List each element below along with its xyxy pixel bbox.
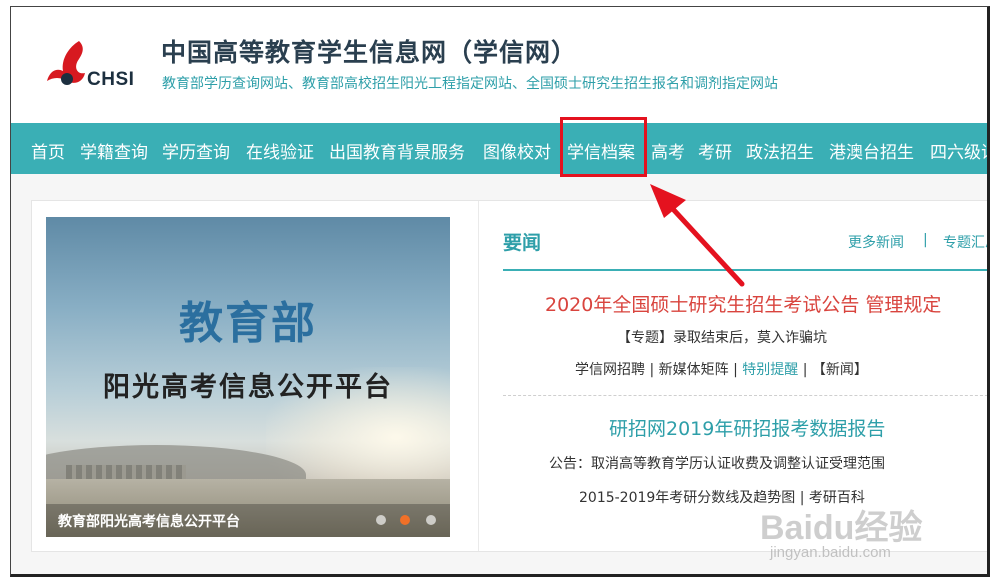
link-special-reminder[interactable]: 特别提醒 <box>742 362 798 378</box>
highlight-box-student-archive <box>560 117 647 177</box>
nav-item-degree-check[interactable]: 学历查询 <box>162 138 230 163</box>
nav-item-student-status[interactable]: 学籍查询 <box>80 138 148 163</box>
nav-item-gaokao[interactable]: 高考 <box>651 138 685 163</box>
site-title: 中国高等教育学生信息网（学信网） <box>161 38 578 67</box>
nav-item-cet[interactable]: 四六级证 <box>930 138 987 163</box>
news-line-links: 学信网招聘 | 新媒体矩阵 | 特别提醒 | 【新闻】 <box>575 359 868 379</box>
news-divider <box>503 269 987 271</box>
nav-item-photo-check[interactable]: 图像校对 <box>483 138 551 163</box>
news-dashed-divider <box>503 395 987 396</box>
watermark-logo: Baidu经验 <box>760 509 923 547</box>
link-separator: | <box>649 362 655 378</box>
carousel-dot-3[interactable] <box>426 515 436 525</box>
banner-caption-bar: 教育部阳光高考信息公开平台 <box>46 504 450 537</box>
site-subtitle: 教育部学历查询网站、教育部高校招生阳光工程指定网站、全国硕士研究生招生报名和调剂… <box>162 76 778 92</box>
main-nav: 首页 学籍查询 学历查询 在线验证 出国教育背景服务 图像校对 学信档案 高考 … <box>11 123 987 174</box>
carousel-dot-2[interactable] <box>400 515 410 525</box>
news-line-topic[interactable]: 【专题】录取结束后，莫入诈骗坑 <box>617 327 827 347</box>
news-heading: 要闻 <box>503 232 542 254</box>
banner-caption[interactable]: 教育部阳光高考信息公开平台 <box>58 511 240 531</box>
link-news[interactable]: 【新闻】 <box>812 362 868 378</box>
nav-item-overseas-service[interactable]: 出国教育背景服务 <box>329 138 465 163</box>
site-header: CHSI 中国高等教育学生信息网（学信网） 教育部学历查询网站、教育部高校招生阳… <box>11 7 987 123</box>
link-separator: | <box>733 362 738 378</box>
banner-carousel[interactable]: 教育部 阳光高考信息公开平台 教育部阳光高考信息公开平台 <box>46 217 450 537</box>
link-recruit[interactable]: 学信网招聘 <box>575 362 645 378</box>
banner-title-main: 教育部 <box>179 298 317 349</box>
banner-title-sub: 阳光高考信息公开平台 <box>103 372 393 403</box>
news-section: 要闻 更多新闻 | 专题汇总 2020年全国硕士研究生招生考试公告 管理规定 【… <box>478 201 987 551</box>
watermark-url: jingyan.baidu.com <box>770 544 891 561</box>
nav-item-law-enroll[interactable]: 政法招生 <box>746 138 814 163</box>
nav-item-online-verify[interactable]: 在线验证 <box>246 138 314 163</box>
nav-item-kaoyan[interactable]: 考研 <box>698 138 732 163</box>
baidu-watermark: Baidu经验 jingyan.baidu.com <box>760 500 990 580</box>
link-new-media[interactable]: 新媒体矩阵 <box>659 362 729 378</box>
carousel-dot-1[interactable] <box>376 515 386 525</box>
nav-item-hmt-enroll[interactable]: 港澳台招生 <box>829 138 914 163</box>
headline-data-report[interactable]: 研招网2019年研招报考数据报告 <box>609 414 885 441</box>
headline-kaoyan-notice[interactable]: 2020年全国硕士研究生招生考试公告 管理规定 <box>545 290 941 317</box>
topics-link[interactable]: 专题汇总 <box>943 232 987 252</box>
news-link-separator: | <box>923 232 928 248</box>
browser-frame: CHSI 中国高等教育学生信息网（学信网） 教育部学历查询网站、教育部高校招生阳… <box>10 6 990 577</box>
nav-item-home[interactable]: 首页 <box>31 138 65 163</box>
logo-text: CHSI <box>87 69 135 90</box>
more-news-link[interactable]: 更多新闻 <box>848 232 904 252</box>
news-line-notice[interactable]: 公告：取消高等教育学历认证收费及调整认证受理范围 <box>549 453 885 473</box>
link-separator: | <box>802 362 808 378</box>
